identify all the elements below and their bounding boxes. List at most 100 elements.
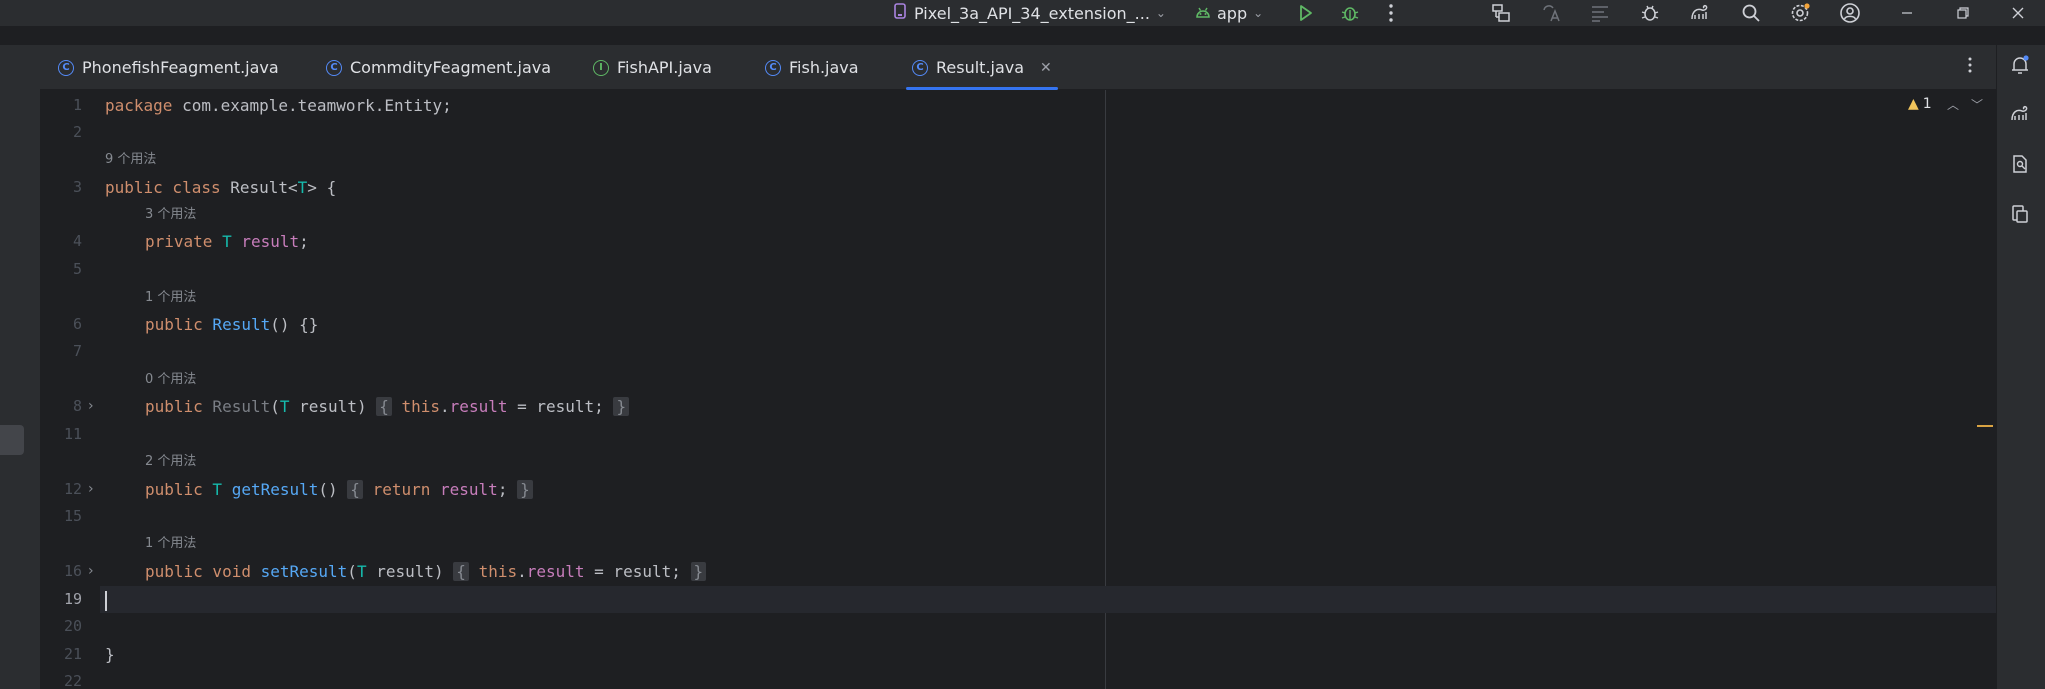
gradle-icon <box>2011 106 2028 121</box>
code-line: public T getResult() { return result; } <box>145 476 533 503</box>
folded-brace: { <box>453 562 469 581</box>
module-selector[interactable]: app ⌄ <box>1195 0 1263 26</box>
gradle-tool-button[interactable] <box>2006 100 2034 128</box>
tab-label: CommdityFeagment.java <box>350 58 552 77</box>
more-icon <box>1968 57 1972 73</box>
gradle-icon <box>1691 5 1708 20</box>
more-icon <box>1389 4 1393 22</box>
running-devices-icon <box>2012 205 2028 223</box>
translate-button[interactable] <box>1536 0 1566 26</box>
device-selector[interactable]: Pixel_3a_API_34_extension_... ⌄ <box>892 0 1166 26</box>
class-icon: C <box>912 59 928 76</box>
line-number: 3 <box>72 178 82 196</box>
bug-icon <box>1641 5 1659 21</box>
bell-icon <box>2012 55 2029 74</box>
chevron-down-icon: ⌄ <box>1253 6 1264 20</box>
module-label: app <box>1217 3 1248 23</box>
tab-fish-api[interactable]: I FishAPI.java <box>587 45 718 90</box>
project-structure-icon <box>1492 4 1510 22</box>
filter-button[interactable] <box>1585 0 1615 26</box>
code-line: package com.example.teamwork.Entity; <box>105 96 452 115</box>
usage-hint[interactable]: 1 个用法 <box>145 534 196 554</box>
search-icon <box>1742 4 1760 22</box>
run-button[interactable] <box>1290 0 1320 26</box>
run-icon <box>1300 5 1312 21</box>
tab-label: PhonefishFeagment.java <box>82 58 279 77</box>
tab-phonefish-feagment[interactable]: C PhonefishFeagment.java <box>52 45 285 90</box>
device-manager-icon <box>892 2 908 24</box>
line-number: 20 <box>63 617 82 635</box>
line-number: 19 <box>63 590 82 608</box>
settings-icon <box>1791 3 1810 22</box>
line-number: 22 <box>63 672 82 689</box>
line-number: 2 <box>72 123 82 141</box>
folded-brace: } <box>690 562 707 581</box>
code-line: public Result(T result) { this.result = … <box>145 393 630 420</box>
code-line: public Result() {} <box>145 315 319 334</box>
attach-debugger-button[interactable] <box>1635 0 1665 26</box>
class-icon: C <box>58 59 74 76</box>
usage-hint[interactable]: 9 个用法 <box>105 150 156 170</box>
text-caret <box>105 586 107 613</box>
filter-icon <box>1592 6 1608 22</box>
device-explorer-button[interactable] <box>2006 150 2034 178</box>
minimize-icon <box>1902 12 1912 14</box>
fold-chevron-icon[interactable]: › <box>88 393 94 420</box>
debug-button[interactable] <box>1335 0 1365 26</box>
restore-icon <box>1957 7 1969 19</box>
debug-icon <box>1341 7 1359 21</box>
line-number: 12 <box>63 480 82 498</box>
settings-button[interactable] <box>1785 0 1815 26</box>
line-number: 4 <box>72 232 82 250</box>
line-number: 7 <box>72 342 82 360</box>
inspection-widget[interactable]: ▲ 1 <box>1908 96 1932 112</box>
tab-fish[interactable]: C Fish.java <box>759 45 865 90</box>
next-highlight-icon[interactable]: ﹀ <box>1971 96 1983 113</box>
line-number: 8 <box>72 397 82 415</box>
project-structure-button[interactable] <box>1486 0 1516 26</box>
previous-highlight-icon[interactable]: ︿ <box>1947 96 1959 113</box>
tab-options-button[interactable] <box>1955 50 1985 80</box>
tab-label: Result.java <box>936 58 1025 77</box>
line-number: 5 <box>72 260 82 278</box>
line-number: 16 <box>63 562 82 580</box>
left-tool-strip <box>0 45 40 689</box>
warning-count: 1 <box>1922 96 1932 112</box>
line-number: 21 <box>63 645 82 663</box>
warning-stripe-mark[interactable] <box>1977 425 1993 427</box>
restore-button[interactable] <box>1948 0 1978 26</box>
fold-chevron-icon[interactable]: › <box>88 476 94 503</box>
code-line: private T result; <box>145 232 309 251</box>
device-label: Pixel_3a_API_34_extension_... <box>914 3 1150 23</box>
usage-hint[interactable]: 3 个用法 <box>145 205 196 225</box>
warning-icon: ▲ <box>1908 96 1919 112</box>
notifications-button[interactable] <box>2006 51 2034 79</box>
close-icon <box>2012 7 2024 19</box>
class-icon: C <box>326 59 342 76</box>
fold-chevron-icon[interactable]: › <box>88 558 94 585</box>
usage-hint[interactable]: 2 个用法 <box>145 452 196 472</box>
account-button[interactable] <box>1835 0 1865 26</box>
minimize-button[interactable] <box>1892 0 1922 26</box>
more-button[interactable] <box>1376 0 1406 26</box>
tab-commdity-feagment[interactable]: C CommdityFeagment.java <box>320 45 557 90</box>
gradle-button[interactable] <box>1685 0 1715 26</box>
folded-brace: { <box>347 480 363 499</box>
line-number: 6 <box>72 315 82 333</box>
tab-label: FishAPI.java <box>617 58 712 77</box>
usage-hint[interactable]: 1 个用法 <box>145 288 196 308</box>
tab-label: Fish.java <box>789 58 859 77</box>
running-devices-button[interactable] <box>2006 200 2034 228</box>
code-line: public void setResult(T result) { this.r… <box>145 558 707 585</box>
scroll-handle[interactable] <box>0 425 24 455</box>
class-icon: C <box>765 59 781 76</box>
code-line: } <box>105 645 115 664</box>
tab-result[interactable]: C Result.java ✕ <box>906 45 1058 90</box>
folded-brace: { <box>376 397 392 416</box>
usage-hint[interactable]: 0 个用法 <box>145 370 196 390</box>
folded-brace: } <box>517 480 533 499</box>
folded-brace: } <box>613 397 630 416</box>
close-window-button[interactable] <box>2003 0 2033 26</box>
tab-close-icon[interactable]: ✕ <box>1040 60 1052 76</box>
search-button[interactable] <box>1736 0 1766 26</box>
